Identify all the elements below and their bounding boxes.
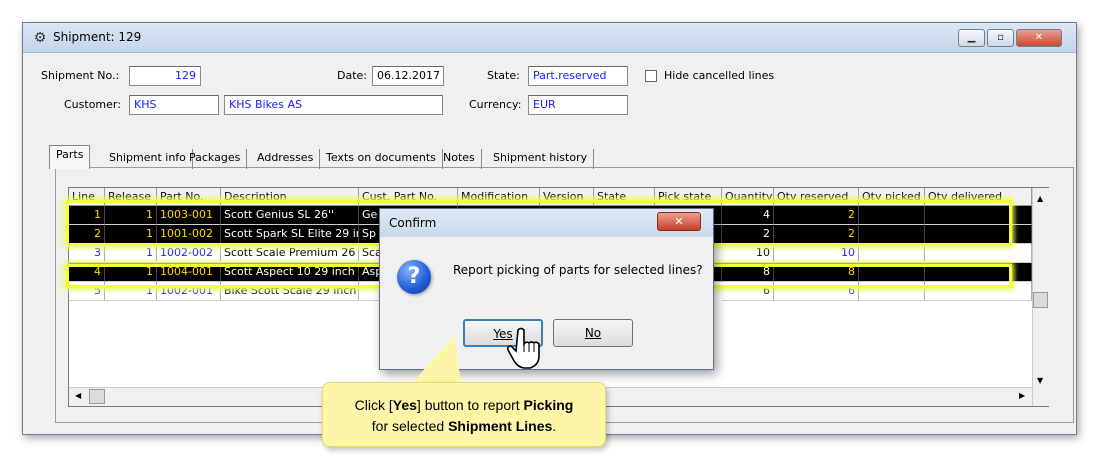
customer-name-field[interactable]: KHS Bikes AS <box>224 95 443 115</box>
scroll-down-icon[interactable]: ▼ <box>1037 376 1043 385</box>
tab-texts-on-documents[interactable]: Texts on documents <box>320 149 443 169</box>
hand-cursor-icon <box>507 327 540 369</box>
currency-label: Currency: <box>469 98 522 111</box>
currency-field[interactable]: EUR <box>528 95 628 115</box>
instruction-tooltip: Click [Yes] button to report Picking for… <box>322 382 606 447</box>
cell-quantity: 10 <box>722 244 774 263</box>
state-field[interactable]: Part.reserved <box>528 66 628 86</box>
no-button-label: No <box>584 326 602 340</box>
tooltip-line-1: Click [Yes] button to report Picking <box>354 397 574 413</box>
state-label: State: <box>487 69 520 82</box>
maximize-button[interactable]: ▫ <box>987 29 1014 47</box>
question-icon: ? <box>397 260 431 294</box>
cell-line: 3 <box>69 244 105 263</box>
scroll-left-icon[interactable]: ◀ <box>75 391 81 400</box>
close-button[interactable]: ✕ <box>1016 29 1062 47</box>
shipment-no-label: Shipment No.: <box>41 69 120 82</box>
tab-parts[interactable]: Parts <box>49 145 91 169</box>
app-icon: ⚙ <box>33 30 47 46</box>
cell-part-no: 1002-002 <box>157 244 221 263</box>
cell-qty-reserved: 10 <box>774 244 859 263</box>
date-field[interactable]: 06.12.2017 <box>372 66 444 86</box>
tab-shipment-history[interactable]: Shipment history <box>487 149 595 169</box>
cell-qty-picked <box>859 244 925 263</box>
tab-addresses[interactable]: Addresses <box>251 149 321 169</box>
dialog-title-bar[interactable]: Confirm ✕ <box>380 209 713 237</box>
cell-description: Scott Scale Premium 26 inch <box>221 244 359 263</box>
scroll-h-thumb[interactable] <box>89 389 105 404</box>
customer-label: Customer: <box>64 98 121 111</box>
cell-release: 1 <box>105 244 157 263</box>
no-button[interactable]: No <box>553 319 633 347</box>
minimize-button[interactable]: ▁ <box>958 29 985 47</box>
title-bar[interactable]: ⚙ Shipment: 129 ▁ ▫ ✕ <box>23 23 1076 53</box>
hide-cancelled-label: Hide cancelled lines <box>664 69 775 82</box>
tab-shipment-info[interactable]: Shipment info <box>103 149 193 169</box>
dialog-close-button[interactable]: ✕ <box>657 212 701 231</box>
date-label: Date: <box>337 69 367 82</box>
dialog-message: Report picking of parts for selected lin… <box>453 263 703 277</box>
customer-code-field[interactable]: KHS <box>129 95 219 115</box>
hide-cancelled-checkbox[interactable] <box>645 70 657 82</box>
vertical-scrollbar[interactable]: ▲ ▼ <box>1032 188 1049 406</box>
tab-notes[interactable]: Notes <box>437 149 482 169</box>
cell-qty-delivered <box>925 244 1032 263</box>
scroll-thumb[interactable] <box>1033 292 1048 308</box>
dialog-title: Confirm <box>389 216 437 230</box>
window-title: Shipment: 129 <box>53 30 142 44</box>
tab-packages[interactable]: Packages <box>183 149 248 169</box>
tooltip-line-2: for selected Shipment Lines. <box>371 418 557 434</box>
shipment-no-field[interactable]: 129 <box>129 66 201 86</box>
scroll-up-icon[interactable]: ▲ <box>1037 194 1043 203</box>
scroll-right-icon[interactable]: ▶ <box>1019 391 1025 400</box>
